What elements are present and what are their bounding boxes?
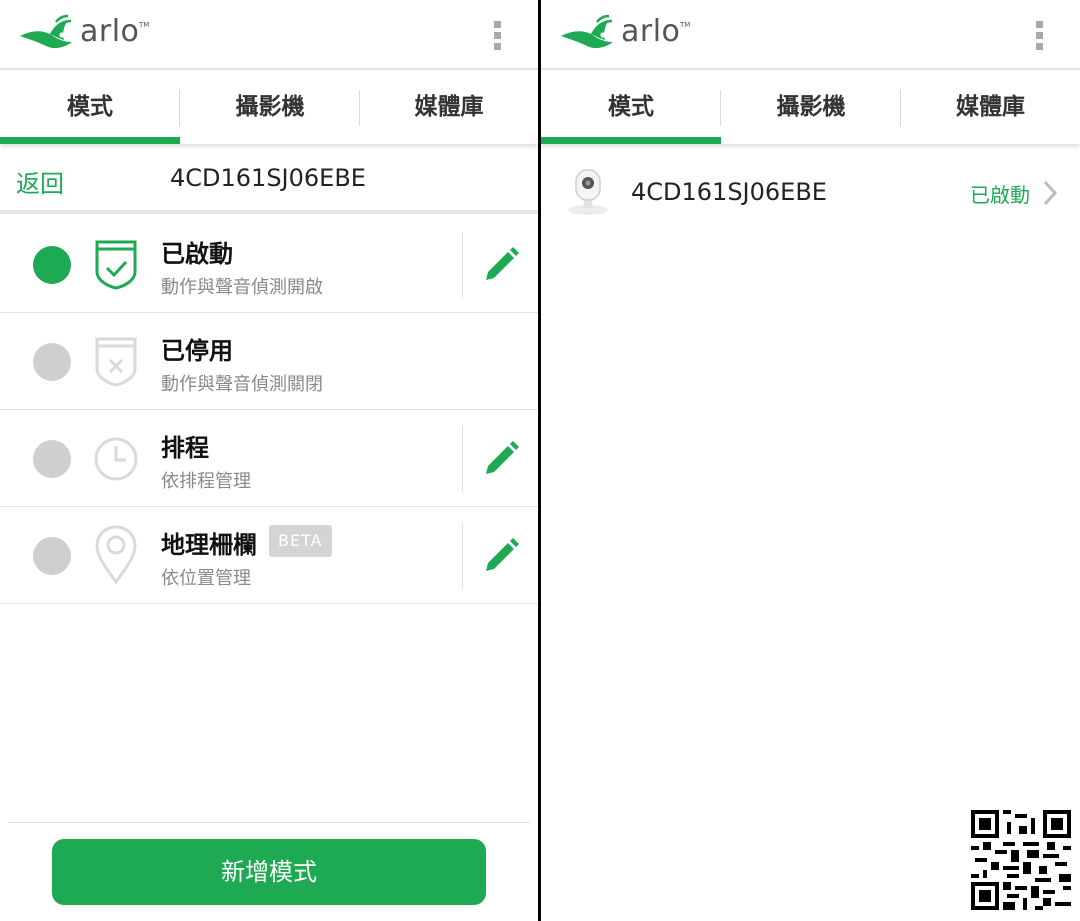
tab-cameras[interactable]: 攝影機 [721,72,901,144]
logo-text: arlo [80,14,140,49]
logo-trademark: TM [680,21,691,29]
beta-badge: BETA [269,525,332,557]
arlo-logo: arlo TM [18,12,150,58]
mode-description: 依位置管理 [161,568,251,589]
mode-description: 動作與聲音偵測開啟 [161,277,323,298]
tab-bar: 模式 攝影機 媒體庫 [0,72,538,144]
mode-title: 已停用 [161,337,233,365]
clock-icon [93,432,139,486]
tab-library[interactable]: 媒體庫 [901,72,1080,144]
camera-row[interactable]: 4CD161SJ06EBE 已啟動 [541,146,1080,242]
tab-bar: 模式 攝影機 媒體庫 [541,72,1080,144]
mode-radio-selected[interactable] [33,246,71,284]
camera-name: 4CD161SJ06EBE [631,178,827,206]
divider [462,426,463,492]
mode-row-armed[interactable]: 已啟動 動作與聲音偵測開啟 [0,216,538,313]
logo-text: arlo [621,14,681,49]
more-options-icon[interactable] [494,21,502,51]
tab-cameras-label: 攝影機 [235,94,305,120]
modes-panel: arlo TM 模式 攝影機 媒體庫 返回 4CD161SJ06EBE 已啟動 … [0,0,538,921]
edit-pencil-icon[interactable] [480,244,522,286]
divider [462,523,463,589]
mode-row-geofencing[interactable]: 地理柵欄 BETA 依位置管理 [0,507,538,604]
mode-radio[interactable] [33,343,71,381]
mode-description: 依排程管理 [161,471,251,492]
logo-trademark: TM [139,21,150,29]
qr-code [971,810,1071,910]
device-title: 4CD161SJ06EBE [170,164,366,192]
tab-library[interactable]: 媒體庫 [360,72,538,144]
tab-library-label: 媒體庫 [414,94,484,120]
shield-check-icon [93,238,139,292]
mode-description: 動作與聲音偵測關閉 [161,374,323,395]
sub-header: 返回 4CD161SJ06EBE [0,146,538,214]
camera-status: 已啟動 [970,183,1030,207]
mode-row-disarmed[interactable]: 已停用 動作與聲音偵測關閉 [0,313,538,410]
edit-pencil-icon[interactable] [480,535,522,577]
app-bar: arlo TM [541,0,1080,70]
mode-title: 已啟動 [161,240,233,268]
tab-cameras-label: 攝影機 [776,94,846,120]
mode-radio[interactable] [33,537,71,575]
tab-modes-label: 模式 [67,94,113,120]
app-bar: arlo TM [0,0,538,70]
mode-title: 排程 [161,434,209,462]
tab-cameras[interactable]: 攝影機 [180,72,360,144]
camera-thumbnail [563,166,613,218]
tab-modes[interactable]: 模式 [541,72,721,144]
tab-modes-label: 模式 [608,94,654,120]
arlo-logo: arlo TM [559,12,691,58]
divider [8,822,530,823]
back-link[interactable]: 返回 [16,164,64,199]
more-options-icon[interactable] [1036,21,1044,51]
chevron-right-icon[interactable] [1041,178,1059,208]
mode-radio[interactable] [33,440,71,478]
mode-row-schedule[interactable]: 排程 依排程管理 [0,410,538,507]
edit-pencil-icon[interactable] [480,438,522,480]
mode-title: 地理柵欄 [161,531,257,559]
divider [462,232,463,298]
add-mode-button[interactable]: 新增模式 [52,839,486,905]
shield-x-icon [93,335,139,389]
location-pin-icon [93,523,139,585]
mode-devices-panel: arlo TM 模式 攝影機 媒體庫 4CD161SJ06EBE 已啟動 [541,0,1080,921]
tab-modes[interactable]: 模式 [0,72,180,144]
tab-library-label: 媒體庫 [956,94,1025,120]
